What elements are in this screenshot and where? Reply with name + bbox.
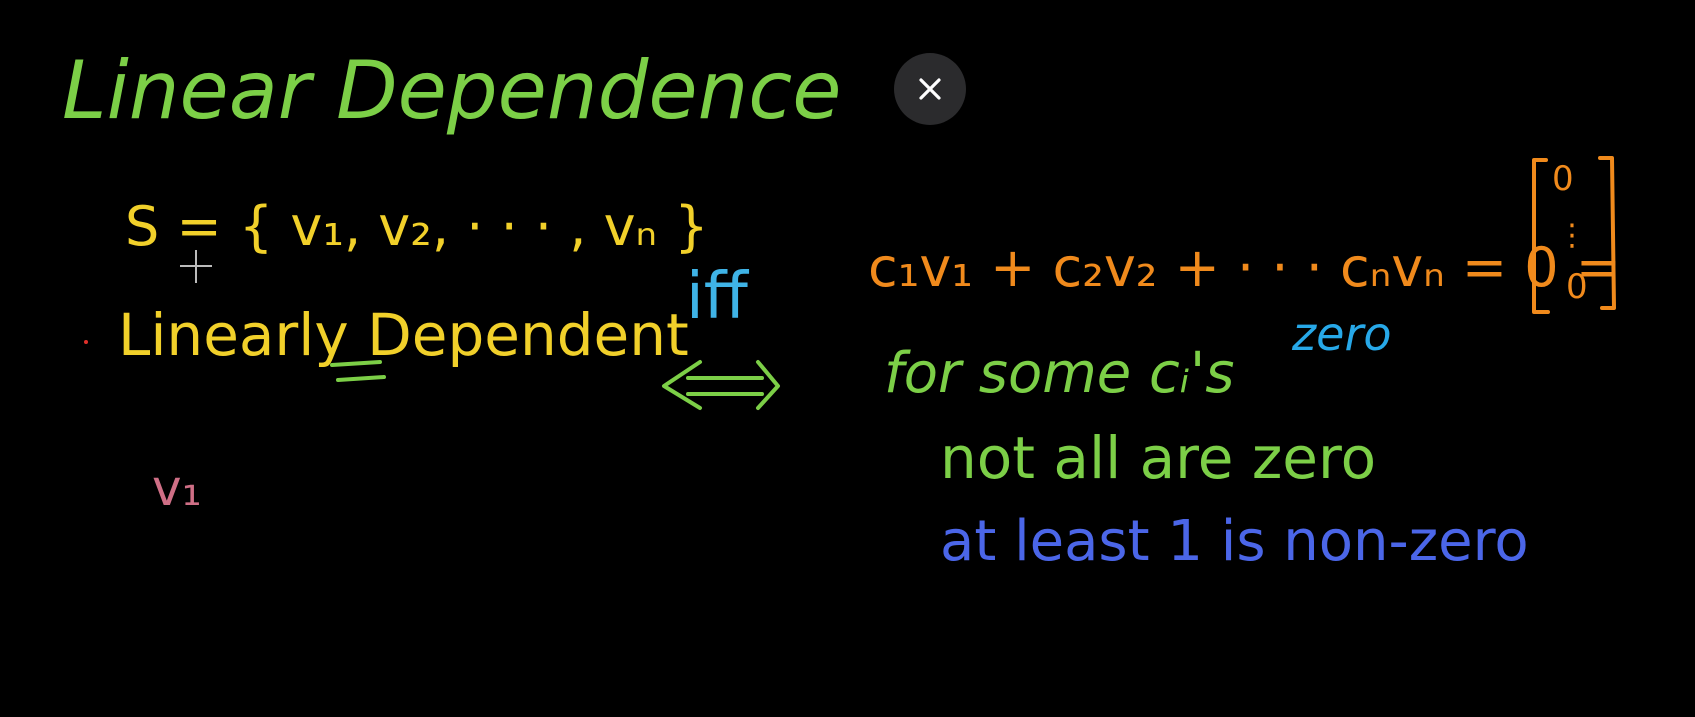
zero-vector-dots: ⋮: [1557, 218, 1587, 253]
zero-vector-bottom: 0: [1566, 267, 1588, 307]
whiteboard-canvas: Linear Dependence S = { v₁, v₂, · · · , …: [0, 0, 1695, 717]
board-title: Linear Dependence: [62, 44, 842, 137]
set-definition: S = { v₁, v₂, · · · , vₙ }: [125, 195, 709, 258]
laser-dot: [84, 340, 88, 344]
close-button[interactable]: [894, 53, 966, 125]
handwriting-layer: Linear Dependence S = { v₁, v₂, · · · , …: [62, 44, 1621, 574]
condition-zero-note: zero: [1291, 307, 1392, 361]
close-icon: [919, 78, 941, 100]
term-linearly-dependent: Linearly Dependent: [118, 301, 689, 369]
sample-vector: v₁: [152, 459, 202, 517]
linear-combination-equation: c₁v₁ + c₂v₂ + · · · cₙvₙ = 0 =: [868, 236, 1621, 299]
connector-iff: iff: [686, 260, 750, 334]
condition-at-least-one-nonzero: at least 1 is non-zero: [940, 509, 1529, 574]
zero-vector-top: 0: [1552, 159, 1574, 199]
condition-not-all-zero: not all are zero: [940, 424, 1376, 492]
condition-for-some: for some cᵢ's: [884, 341, 1234, 406]
